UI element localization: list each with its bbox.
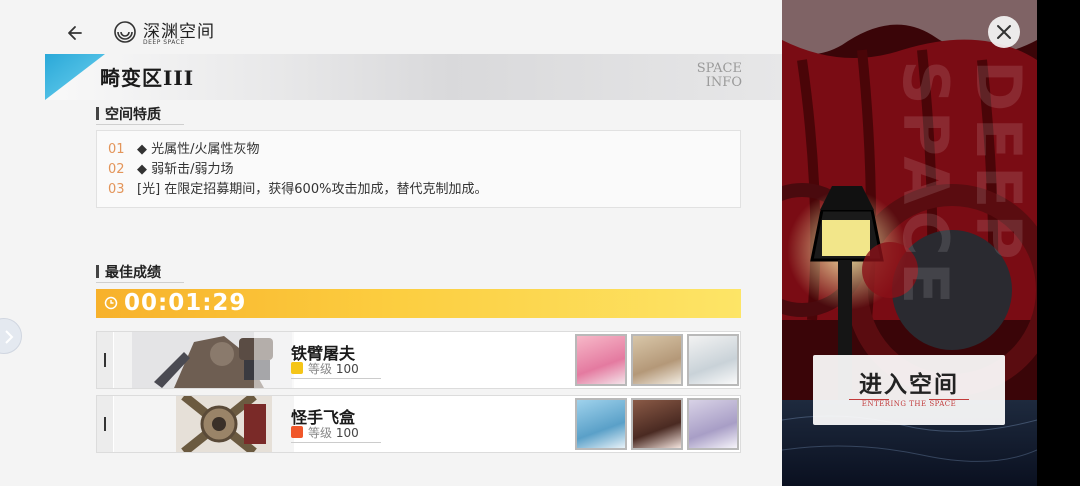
space-info-line1: SPACE xyxy=(696,61,742,76)
best-record-heading: 最佳成绩 xyxy=(96,262,161,282)
page-title: 畸变区III xyxy=(100,66,195,90)
boss-level: 等级 100 xyxy=(308,426,359,440)
back-button[interactable] xyxy=(64,20,90,46)
close-icon xyxy=(997,25,1011,39)
boss-row[interactable]: 铁臂屠夫 等级 100 xyxy=(96,331,741,389)
team-member-avatar[interactable] xyxy=(631,334,683,386)
space-info-line2: INFO xyxy=(705,75,742,90)
boss-row-tab xyxy=(97,332,113,388)
app-subtitle: DEEP SPACE xyxy=(143,39,185,46)
feature-item: 02 ◆ 弱斩击/弱力场 xyxy=(108,162,234,177)
screen-edge xyxy=(1037,0,1080,486)
chevron-right-icon xyxy=(5,330,14,344)
boss-portrait-iron-arm xyxy=(114,332,294,388)
arrow-left-icon xyxy=(68,26,82,40)
deep-space-logo-icon xyxy=(114,21,136,43)
boss-row[interactable]: 怪手飞盒 等级 100 xyxy=(96,395,741,453)
enter-space-button[interactable]: 进入空间 ENTERING THE SPACE xyxy=(813,355,1005,425)
team-member-avatar[interactable] xyxy=(575,398,627,450)
close-button[interactable] xyxy=(988,16,1020,48)
star-badge-icon xyxy=(291,362,303,374)
clock-icon xyxy=(104,296,118,310)
space-info-tag: SPACE INFO xyxy=(686,62,742,90)
features-divider xyxy=(96,124,184,125)
feature-item: 01 ◆ 光属性/火属性灰物 xyxy=(108,142,260,157)
fire-badge-icon xyxy=(291,426,303,438)
banner-accent xyxy=(45,54,105,100)
team-member-avatar[interactable] xyxy=(631,398,683,450)
main-panel: 深渊空间 DEEP SPACE 畸变区III SPACE INFO 空间特质 0… xyxy=(0,0,782,486)
boss-underline xyxy=(291,378,381,379)
feature-item: 03 [光] 在限定招募期间，获得600%攻击加成，替代克制加成。 xyxy=(108,182,488,197)
team-member-avatar[interactable] xyxy=(687,398,739,450)
best-record-divider xyxy=(96,282,184,283)
best-time: 00:01:29 xyxy=(124,290,247,316)
boss-level: 等级 100 xyxy=(308,362,359,376)
features-heading: 空间特质 xyxy=(96,104,161,124)
team-member-avatar[interactable] xyxy=(687,334,739,386)
prev-page-button[interactable] xyxy=(0,318,22,354)
boss-underline xyxy=(291,442,381,443)
enter-space-label: 进入空间 xyxy=(859,371,959,398)
enter-space-sublabel: ENTERING THE SPACE xyxy=(861,400,957,408)
boss-row-tab xyxy=(97,396,113,452)
team-member-avatar[interactable] xyxy=(575,334,627,386)
boss-portrait-monster-box xyxy=(114,396,294,452)
